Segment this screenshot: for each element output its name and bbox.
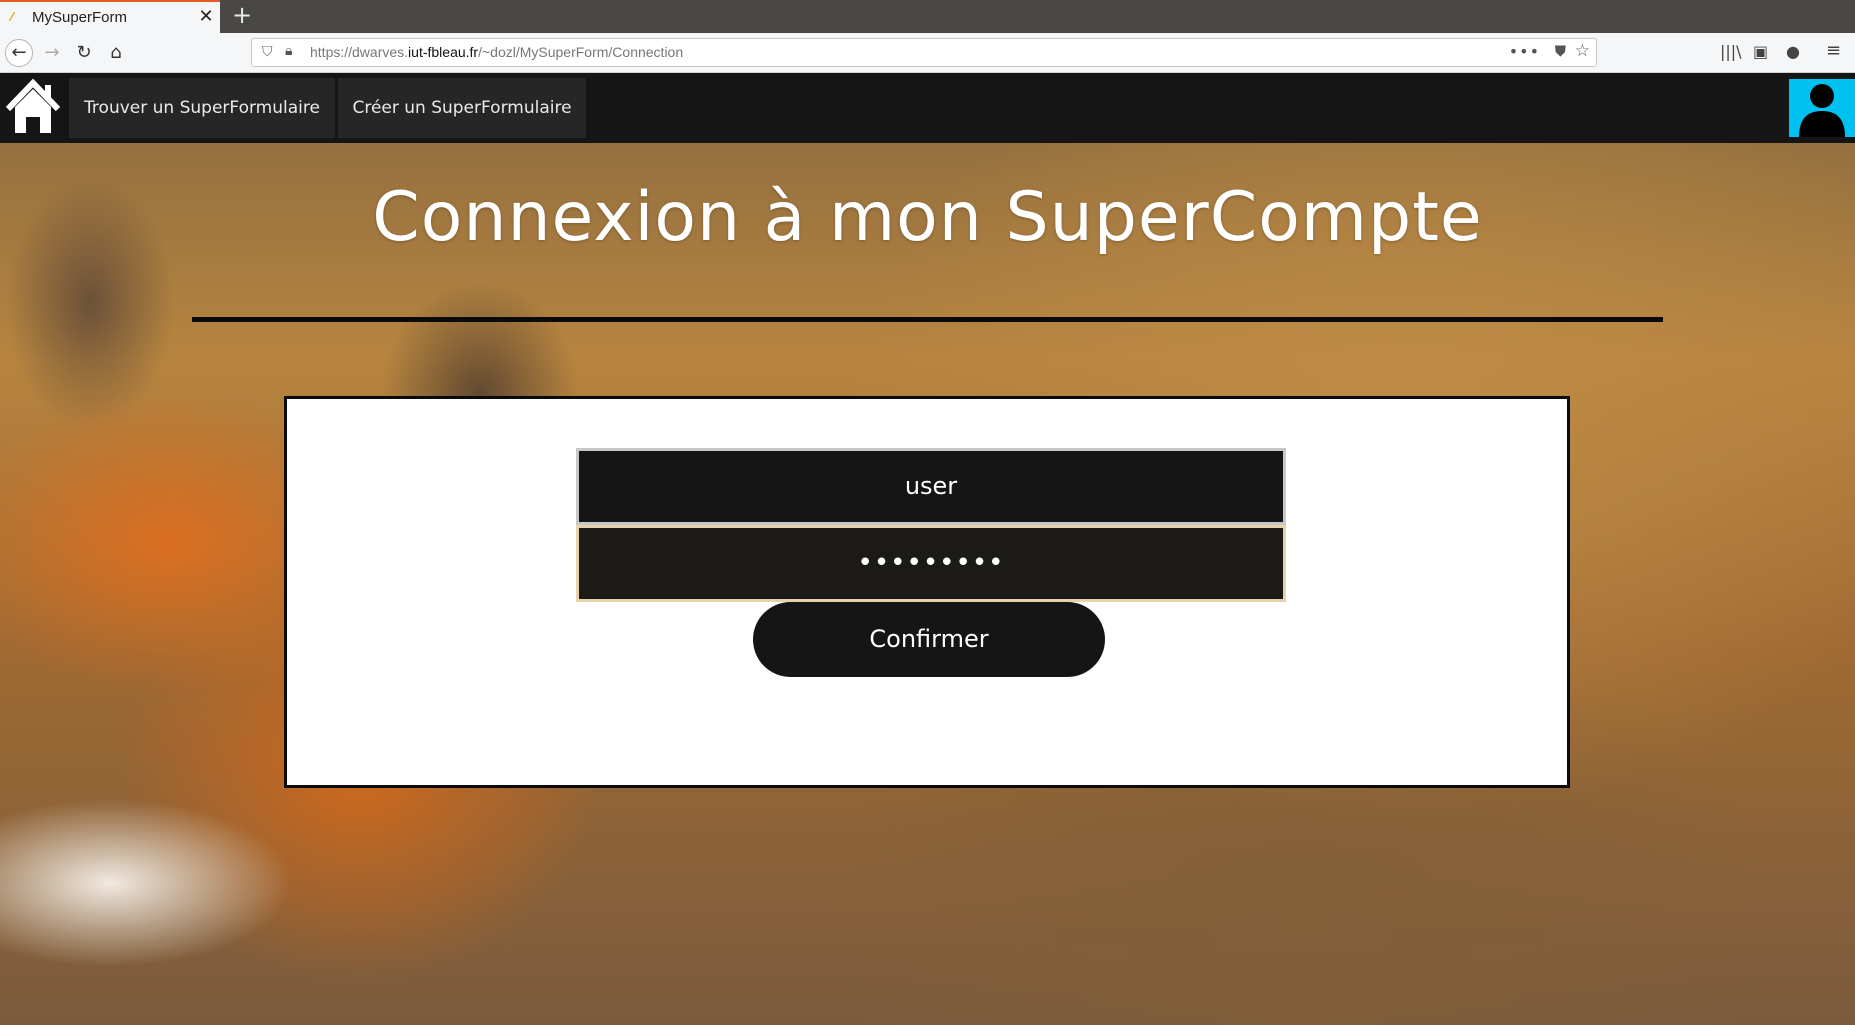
shield-icon[interactable]: ⛉ bbox=[262, 44, 273, 60]
page-actions-icon[interactable]: ••• bbox=[1509, 42, 1540, 61]
url-path: /~dozl/MySuperForm/Connection bbox=[478, 44, 684, 60]
library-icon[interactable]: |||\ bbox=[1720, 42, 1742, 61]
forward-button[interactable]: → bbox=[38, 39, 66, 67]
page-background: Trouver un SuperFormulaire Créer un Supe… bbox=[0, 73, 1855, 1025]
profile-button[interactable] bbox=[1789, 79, 1855, 137]
lock-icon[interactable]: 🔒︎ bbox=[285, 43, 292, 59]
find-form-tab[interactable]: Trouver un SuperFormulaire bbox=[69, 78, 335, 138]
home-icon bbox=[5, 78, 61, 133]
pocket-icon[interactable]: ⛊ bbox=[1555, 42, 1566, 60]
reload-button[interactable]: ↻ bbox=[70, 39, 98, 67]
confirm-button[interactable]: Confirmer bbox=[753, 602, 1105, 677]
url-text[interactable]: https://dwarves.iut-fbleau.fr/~dozl/MySu… bbox=[310, 44, 683, 60]
create-form-tab[interactable]: Créer un SuperFormulaire bbox=[338, 78, 586, 138]
user-icon bbox=[1799, 84, 1845, 137]
browser-tab[interactable]: ⁄ MySuperForm ✕ bbox=[0, 0, 220, 33]
password-input[interactable]: ••••••••• bbox=[576, 525, 1286, 602]
bookmark-star-icon[interactable]: ☆ bbox=[1575, 41, 1590, 61]
page-title: Connexion à mon SuperCompte bbox=[372, 178, 1483, 257]
back-button[interactable]: ← bbox=[5, 39, 33, 67]
login-form: user ••••••••• Confirmer bbox=[284, 396, 1570, 788]
browser-toolbar: ← → ↻ ⌂ ⛉ 🔒︎ https://dwarves.iut-fbleau.… bbox=[0, 33, 1855, 73]
username-input[interactable]: user bbox=[576, 448, 1286, 525]
sidebar-icon[interactable]: ▣ bbox=[1753, 42, 1768, 61]
account-icon[interactable]: ● bbox=[1786, 42, 1800, 61]
url-prefix: https://dwarves. bbox=[310, 44, 409, 60]
hamburger-menu-icon[interactable]: ≡ bbox=[1826, 40, 1841, 61]
url-bar[interactable]: ⛉ 🔒︎ https://dwarves.iut-fbleau.fr/~dozl… bbox=[251, 38, 1597, 67]
tab-title: MySuperForm bbox=[32, 9, 128, 26]
browser-home-button[interactable]: ⌂ bbox=[102, 39, 130, 67]
close-tab-icon[interactable]: ✕ bbox=[196, 6, 216, 27]
title-divider bbox=[192, 317, 1663, 322]
url-domain: iut-fbleau.fr bbox=[408, 44, 479, 60]
favicon-icon: ⁄ bbox=[11, 10, 14, 24]
new-tab-button[interactable]: + bbox=[232, 1, 252, 29]
site-navigation: Trouver un SuperFormulaire Créer un Supe… bbox=[0, 73, 1855, 143]
home-link[interactable] bbox=[0, 73, 66, 143]
browser-tab-bar: ⁄ MySuperForm ✕ + bbox=[0, 0, 1855, 33]
